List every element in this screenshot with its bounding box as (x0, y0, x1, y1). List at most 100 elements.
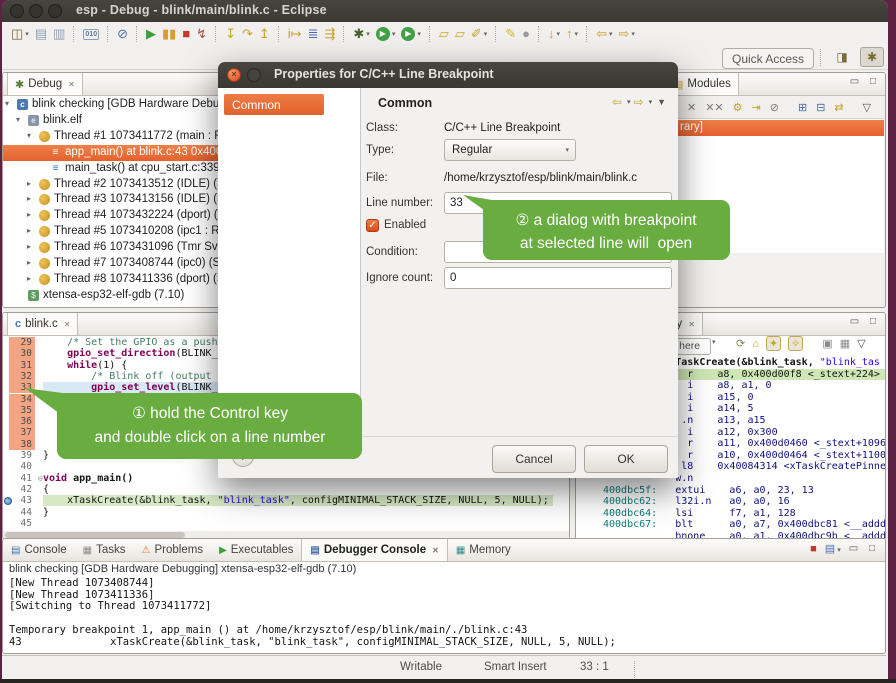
remove-all-modules-icon[interactable]: ✕✕ (705, 101, 723, 114)
save-all-button[interactable]: ▥ (51, 24, 67, 44)
close-tab-icon[interactable]: ✕ (432, 546, 439, 555)
ok-button[interactable]: OK (584, 445, 668, 473)
dropdown-caret[interactable]: ▾ (609, 30, 613, 38)
ignore-count-input[interactable] (444, 267, 672, 289)
minimize-maximize-icons[interactable]: ▭ □ (849, 543, 879, 554)
dropdown-caret[interactable]: ▾ (366, 30, 370, 38)
dropdown-caret[interactable]: ▾ (25, 30, 29, 38)
dropdown-caret[interactable]: ▾ (631, 30, 635, 38)
back-button[interactable]: ⇦▾ (594, 24, 614, 44)
load-symbols-icon[interactable]: ⚙ (733, 101, 743, 114)
tree-expander[interactable]: ▸ (27, 194, 31, 203)
close-tab-icon[interactable]: ✕ (64, 320, 71, 329)
refresh-view-icon[interactable]: ⟳ (736, 337, 745, 350)
debug-perspective-button[interactable]: ✱ (860, 47, 884, 67)
close-tab-icon[interactable]: ✕ (68, 80, 75, 89)
window-minimize-button[interactable] (29, 4, 43, 18)
link-with-debug-icon[interactable]: ⇄ (834, 101, 843, 114)
back-icon[interactable]: ⇦ (612, 95, 622, 109)
tree-expander[interactable]: ▸ (27, 210, 31, 219)
minimize-maximize-icons[interactable]: ▭ □ (850, 316, 880, 327)
display-console-icon[interactable]: ▤▾ (825, 542, 841, 555)
back-caret-icon[interactable]: ▾ (627, 98, 631, 106)
show-debug-console-button[interactable]: ≣ (306, 24, 321, 44)
sidebar-item-common[interactable]: Common (224, 94, 324, 115)
line-number-gutter[interactable]: 29 (9, 337, 35, 348)
tab-memory[interactable]: ▦Memory (448, 539, 519, 561)
view-menu-icon[interactable]: ▽ (863, 101, 871, 114)
tab-executables[interactable]: ▶Executables (211, 539, 301, 561)
step-return-button[interactable]: ↥ (257, 24, 272, 44)
tab-problems[interactable]: ⚠Problems (134, 539, 212, 561)
open-project-button[interactable]: ▱ (437, 24, 451, 44)
tab-tasks[interactable]: ▦Tasks (75, 539, 134, 561)
close-tab-icon[interactable]: ✕ (688, 320, 695, 329)
collapse-all-icon[interactable]: ⊟ (816, 101, 825, 114)
save-button[interactable]: ▤ (33, 24, 49, 44)
binary-console-button[interactable]: 010 (81, 24, 101, 44)
dropdown-caret[interactable]: ▾ (392, 30, 396, 38)
tree-expander[interactable]: ▸ (27, 242, 31, 251)
tab-blink-c[interactable]: c blink.c ✕ (7, 313, 78, 335)
run-button[interactable]: ▶▾ (374, 24, 398, 44)
dialog-close-button[interactable]: ✕ (227, 68, 241, 82)
dropdown-caret[interactable]: ▾ (575, 30, 579, 38)
track-expression-icon[interactable]: ✧ (788, 336, 803, 351)
load-symbols-for-all-icon[interactable]: ⇥ (752, 101, 761, 114)
window-maximize-button[interactable] (48, 4, 62, 18)
tree-expander[interactable]: ▾ (5, 99, 9, 108)
line-number-gutter[interactable]: 43 (9, 495, 35, 506)
line-number-gutter[interactable]: 45 (9, 518, 35, 529)
tree-expander[interactable]: ▸ (27, 274, 31, 283)
use-step-filters-button[interactable]: ⇶ (322, 24, 337, 44)
view-menu-icon[interactable]: ▽ (857, 337, 865, 350)
tree-expander[interactable]: ▾ (27, 131, 31, 140)
status-cursor-position[interactable]: 33 : 1 (580, 661, 609, 673)
modules-selected-row[interactable]: rary] (652, 120, 884, 136)
tree-expander[interactable]: ▸ (27, 226, 31, 235)
cancel-button[interactable]: Cancel (492, 445, 576, 473)
line-number-gutter[interactable]: 41 (9, 473, 35, 484)
disconnect-button[interactable]: ↯ (194, 24, 209, 44)
status-writable[interactable]: Writable (400, 661, 442, 673)
line-number-gutter[interactable]: 44 (9, 507, 35, 518)
tab-debugger-console[interactable]: ▤Debugger Console✕ (301, 539, 447, 561)
dropdown-caret[interactable]: ▾ (484, 30, 488, 38)
forward-icon[interactable]: ⇨ (634, 95, 644, 109)
status-smart-insert[interactable]: Smart Insert (484, 661, 547, 673)
expand-all-icon[interactable]: ⊞ (798, 101, 807, 114)
pin-view-icon[interactable]: ▦ (840, 337, 850, 350)
view-menu-icon[interactable]: ▼ (657, 97, 666, 107)
console-output[interactable]: [New Thread 1073408744][New Thread 10734… (3, 577, 885, 653)
forward-button[interactable]: ⇨▾ (616, 24, 636, 44)
dropdown-caret[interactable]: ▾ (417, 30, 421, 38)
open-folder-button[interactable]: ▱ (453, 24, 467, 44)
new-wizard-button[interactable]: ◫▾ (9, 24, 31, 44)
type-dropdown[interactable]: Regular ▾ (444, 139, 576, 161)
inactive-orb-button[interactable]: ● (520, 24, 532, 44)
location-dropdown-caret[interactable]: ▾ (712, 338, 716, 346)
remove-module-icon[interactable]: ✕ (687, 101, 696, 114)
previous-edit-location-button[interactable]: ↑▾ (564, 24, 580, 44)
window-close-button[interactable] (10, 4, 24, 18)
line-number-gutter[interactable]: 30 (9, 348, 35, 359)
tab-debug[interactable]: ✱ Debug ✕ (7, 73, 83, 95)
show-source-icon[interactable]: ✦ (766, 336, 781, 351)
instruction-stepping-button[interactable]: i↦ (286, 24, 304, 44)
open-new-view-icon[interactable]: ▣ (822, 337, 832, 350)
last-edit-location-button[interactable]: ↓▾ (546, 24, 562, 44)
suspend-button[interactable]: ▮▮ (160, 24, 178, 44)
open-perspective-button[interactable]: ◨ (830, 47, 854, 67)
debug-button[interactable]: ✱▾ (351, 24, 371, 44)
tree-expander[interactable]: ▸ (27, 179, 31, 188)
home-icon[interactable]: ⌂ (752, 338, 759, 350)
quick-access-button[interactable]: Quick Access (722, 48, 814, 69)
external-tools-button[interactable]: ▶▾ (399, 24, 423, 44)
launch-configuration-button[interactable]: ✐▾ (469, 24, 489, 44)
tree-expander[interactable]: ▾ (16, 115, 20, 124)
mark-occurrences-button[interactable]: ✎ (503, 24, 518, 44)
deselect-default-icon[interactable]: ⊘ (770, 101, 779, 114)
enabled-checkbox[interactable]: ✓ (366, 219, 379, 232)
tree-expander[interactable]: ▸ (27, 258, 31, 267)
terminate-icon[interactable]: ■ (810, 543, 817, 555)
